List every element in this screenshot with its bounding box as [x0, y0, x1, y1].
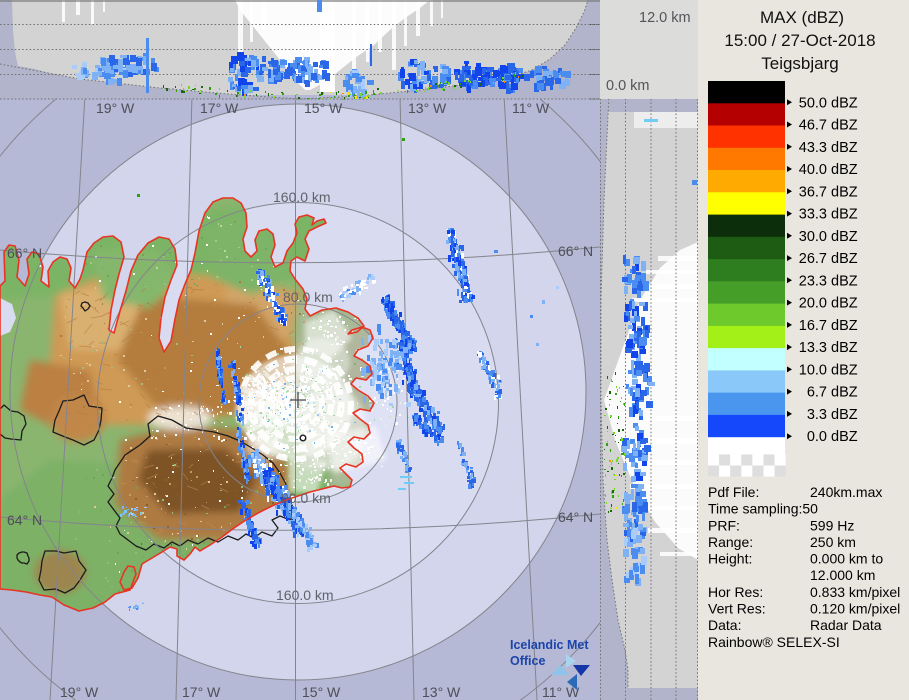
- svg-text:13° W: 13° W: [422, 684, 461, 700]
- svg-text:dBZ: dBZ: [831, 385, 858, 401]
- svg-text:PRF:: PRF:: [708, 517, 740, 533]
- svg-text:0.0: 0.0: [807, 429, 827, 445]
- svg-text:Office: Office: [510, 654, 545, 668]
- svg-text:250 km: 250 km: [810, 534, 856, 550]
- svg-text:64° N: 64° N: [7, 512, 42, 528]
- svg-text:17° W: 17° W: [182, 684, 221, 700]
- svg-text:Data:: Data:: [708, 617, 741, 633]
- svg-text:160.0 km: 160.0 km: [276, 587, 334, 603]
- svg-text:46.7: 46.7: [799, 118, 827, 134]
- svg-text:16.7: 16.7: [799, 318, 827, 334]
- svg-text:0.833 km/pixel: 0.833 km/pixel: [810, 584, 900, 600]
- svg-text:Rainbow® SELEX-SI: Rainbow® SELEX-SI: [708, 634, 840, 650]
- svg-text:64° N: 64° N: [558, 509, 593, 525]
- svg-text:dBZ: dBZ: [831, 296, 858, 312]
- svg-text:dBZ: dBZ: [831, 318, 858, 334]
- svg-text:Pdf File:: Pdf File:: [708, 484, 759, 500]
- svg-text:80.0 km: 80.0 km: [283, 289, 333, 305]
- svg-text:19° W: 19° W: [60, 684, 99, 700]
- svg-text:160.0 km: 160.0 km: [273, 189, 331, 205]
- svg-text:Icelandic Met: Icelandic Met: [510, 638, 589, 652]
- svg-text:11° W: 11° W: [512, 100, 550, 116]
- svg-text:dBZ: dBZ: [831, 162, 858, 178]
- svg-text:20.0: 20.0: [799, 296, 827, 312]
- svg-text:80.0 km: 80.0 km: [281, 490, 331, 506]
- svg-text:dBZ: dBZ: [831, 118, 858, 134]
- svg-text:15° W: 15° W: [302, 684, 341, 700]
- svg-text:0.0 km: 0.0 km: [606, 78, 650, 94]
- svg-text:Vert Res:: Vert Res:: [708, 601, 766, 617]
- svg-text:dBZ: dBZ: [831, 229, 858, 245]
- svg-text:10.0: 10.0: [799, 362, 827, 378]
- svg-text:dBZ: dBZ: [831, 95, 858, 111]
- svg-text:Radar Data: Radar Data: [810, 617, 882, 633]
- svg-text:13.3: 13.3: [799, 340, 827, 356]
- svg-text:66° N: 66° N: [7, 245, 42, 261]
- svg-text:240km.max: 240km.max: [810, 484, 882, 500]
- svg-text:12.000 km: 12.000 km: [810, 567, 875, 583]
- svg-text:40.0: 40.0: [799, 162, 827, 178]
- svg-text:33.3: 33.3: [799, 207, 827, 223]
- svg-text:Teigsbjarg: Teigsbjarg: [761, 54, 839, 73]
- svg-text:43.3: 43.3: [799, 140, 827, 156]
- svg-text:30.0: 30.0: [799, 229, 827, 245]
- svg-text:13° W: 13° W: [408, 100, 447, 116]
- svg-text:17° W: 17° W: [200, 100, 239, 116]
- svg-text:dBZ: dBZ: [831, 407, 858, 423]
- svg-text:15° W: 15° W: [304, 100, 343, 116]
- svg-text:66° N: 66° N: [558, 243, 593, 259]
- svg-text:dBZ: dBZ: [831, 251, 858, 267]
- svg-text:MAX (dBZ): MAX (dBZ): [760, 8, 844, 27]
- svg-text:36.7: 36.7: [799, 184, 827, 200]
- svg-text:Time sampling:50: Time sampling:50: [708, 501, 818, 517]
- svg-text:dBZ: dBZ: [831, 207, 858, 223]
- svg-text:23.3: 23.3: [799, 273, 827, 289]
- svg-text:26.7: 26.7: [799, 251, 827, 267]
- svg-text:Height:: Height:: [708, 551, 752, 567]
- svg-text:Range:: Range:: [708, 534, 753, 550]
- svg-text:dBZ: dBZ: [831, 362, 858, 378]
- svg-text:0.000 km to: 0.000 km to: [810, 551, 883, 567]
- svg-text:599 Hz: 599 Hz: [810, 517, 854, 533]
- svg-text:50.0: 50.0: [799, 95, 827, 111]
- svg-text:3.3: 3.3: [807, 407, 827, 423]
- svg-text:Hor Res:: Hor Res:: [708, 584, 763, 600]
- svg-text:dBZ: dBZ: [831, 429, 858, 445]
- svg-text:12.0 km: 12.0 km: [639, 10, 691, 26]
- svg-text:dBZ: dBZ: [831, 140, 858, 156]
- svg-text:dBZ: dBZ: [831, 184, 858, 200]
- svg-text:dBZ: dBZ: [831, 273, 858, 289]
- svg-text:6.7: 6.7: [807, 385, 827, 401]
- svg-text:0.120 km/pixel: 0.120 km/pixel: [810, 601, 900, 617]
- svg-text:15:00 / 27-Oct-2018: 15:00 / 27-Oct-2018: [724, 31, 875, 50]
- svg-text:19° W: 19° W: [96, 100, 135, 116]
- svg-text:dBZ: dBZ: [831, 340, 858, 356]
